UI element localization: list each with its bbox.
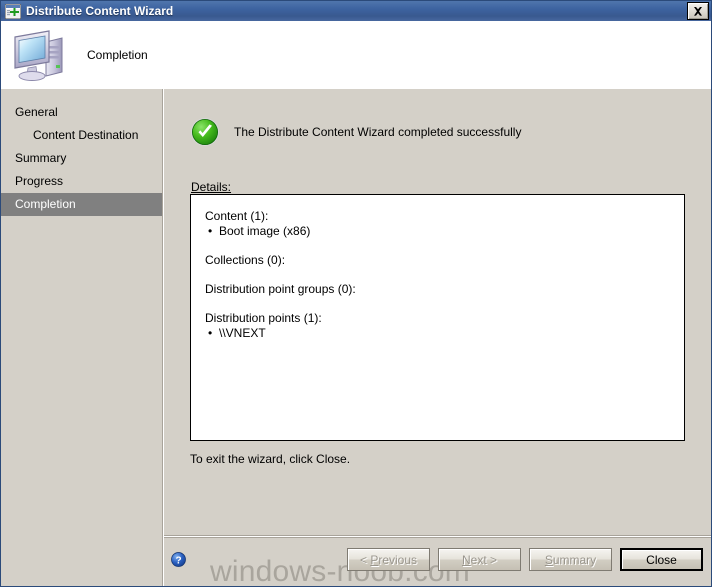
next-button[interactable]: Next >: [438, 548, 521, 571]
distribute-content-wizard-dialog: Distribute Content Wizard Completion Gen…: [0, 0, 712, 587]
title-bar: Distribute Content Wizard: [1, 1, 711, 21]
window-title: Distribute Content Wizard: [26, 4, 174, 18]
details-label: Details:: [191, 180, 231, 194]
wizard-step-nav: General Content Destination Summary Prog…: [1, 89, 162, 586]
detail-heading: Distribution point groups (0):: [205, 282, 356, 296]
page-title: Completion: [87, 48, 148, 62]
sidebar-item-summary[interactable]: Summary: [1, 147, 162, 170]
detail-heading: Content (1):: [205, 209, 269, 223]
wizard-header: Completion: [1, 21, 711, 89]
sidebar-item-progress[interactable]: Progress: [1, 170, 162, 193]
summary-button[interactable]: Summary: [529, 548, 612, 571]
detail-group-content: Content (1): Boot image (x86): [205, 209, 684, 239]
close-button[interactable]: Close: [620, 548, 703, 571]
green-check-circle-icon: [190, 117, 220, 147]
sidebar-item-general[interactable]: General: [1, 101, 162, 124]
details-textbox[interactable]: Content (1): Boot image (x86) Collection…: [190, 194, 685, 441]
detail-heading: Distribution points (1):: [205, 311, 322, 325]
close-icon: [694, 6, 702, 16]
wizard-button-bar: ? windows-noob.com < Previous Next > Sum…: [164, 535, 711, 586]
detail-group-dp-groups: Distribution point groups (0):: [205, 282, 684, 297]
wizard-window-plus-icon: [4, 3, 22, 19]
success-banner: The Distribute Content Wizard completed …: [190, 117, 521, 147]
exit-instruction: To exit the wizard, click Close.: [190, 452, 351, 466]
wizard-nav-buttons: < Previous Next > Summary Close: [347, 548, 703, 571]
detail-bullet: Boot image (x86): [205, 224, 684, 239]
svg-text:?: ?: [175, 555, 181, 566]
details-label-text: Details:: [191, 180, 232, 194]
detail-bullet: \\VNEXT: [205, 326, 684, 341]
success-message: The Distribute Content Wizard completed …: [234, 125, 522, 139]
help-question-icon[interactable]: ?: [170, 551, 187, 568]
detail-group-collections: Collections (0):: [205, 253, 684, 268]
wizard-content-pane: The Distribute Content Wizard completed …: [164, 89, 711, 536]
sidebar-item-completion[interactable]: Completion: [1, 193, 162, 216]
close-window-button[interactable]: [687, 2, 709, 20]
sidebar-item-content-destination[interactable]: Content Destination: [1, 124, 162, 147]
detail-group-distribution-points: Distribution points (1): \\VNEXT: [205, 311, 684, 341]
previous-button[interactable]: < Previous: [347, 548, 430, 571]
detail-heading: Collections (0):: [205, 253, 286, 267]
computer-icon: [11, 26, 69, 84]
